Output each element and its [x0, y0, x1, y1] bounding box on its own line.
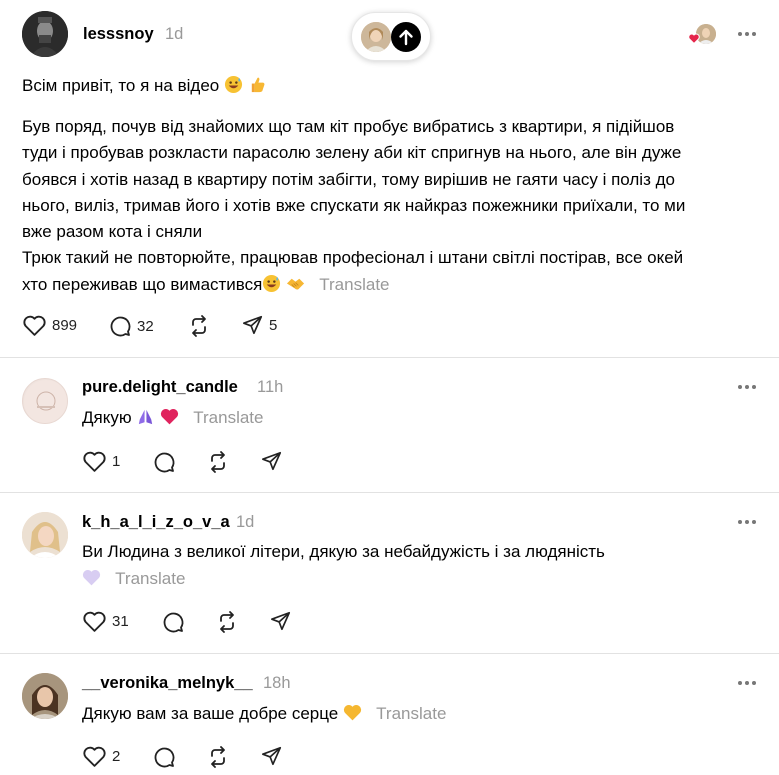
- post-body-line: нього, виліз, тримав його і хотів вже сп…: [22, 195, 686, 215]
- reply-text-content: Дякую вам за ваше добре серце: [82, 704, 339, 723]
- handshake-emoji-icon: [287, 278, 305, 290]
- reply-text: Дякую Translate: [82, 407, 263, 428]
- reply-username[interactable]: pure.delight_candle: [82, 378, 238, 397]
- repost-button[interactable]: [206, 745, 230, 769]
- post-body-line: Був поряд, почув від знайомих що там кіт…: [22, 117, 675, 136]
- light-purple-heart-emoji-icon: [82, 570, 101, 586]
- post-body-line: вже разом кота і сняли: [22, 222, 203, 242]
- divider: [0, 357, 779, 358]
- arrow-up-icon[interactable]: [391, 22, 421, 52]
- repost-button[interactable]: [187, 314, 211, 338]
- reply-avatar[interactable]: [22, 673, 68, 719]
- share-icon: [243, 315, 263, 335]
- reply-timestamp[interactable]: 1d: [236, 513, 254, 532]
- more-icon[interactable]: [738, 31, 758, 37]
- reply-avatar[interactable]: [22, 378, 68, 424]
- reply-avatar[interactable]: [22, 512, 68, 558]
- post-greeting: Всім привіт, то я на відео: [22, 73, 762, 99]
- liked-by-indicator[interactable]: [688, 24, 718, 44]
- repost-button[interactable]: [215, 610, 239, 634]
- reply-username[interactable]: __veronika_melnyk__: [82, 674, 253, 693]
- post-body-line: туди і пробував розкласти парасолю зелен…: [22, 143, 682, 163]
- heart-icon: [688, 33, 700, 44]
- more-icon[interactable]: [738, 519, 758, 525]
- post-body-line: хто переживав що вимастився: [22, 274, 263, 294]
- post-greeting-text: Всім привіт, то я на відео: [22, 76, 220, 95]
- share-count: 5: [269, 316, 278, 334]
- post-timestamp[interactable]: 1d: [165, 25, 183, 44]
- repost-button[interactable]: [206, 450, 230, 474]
- like-button[interactable]: 899: [22, 314, 77, 337]
- thumbs-up-emoji-icon: [251, 77, 265, 93]
- reply-text-continuation: Translate: [82, 568, 185, 589]
- share-button[interactable]: [270, 610, 292, 632]
- translate-link[interactable]: Translate: [319, 275, 389, 294]
- comment-icon: [163, 612, 184, 633]
- red-heart-emoji-icon: [160, 409, 179, 425]
- comment-button[interactable]: 32: [108, 314, 154, 338]
- share-icon: [262, 746, 282, 766]
- repost-icon: [220, 611, 234, 633]
- share-button[interactable]: [261, 745, 283, 767]
- reply-username[interactable]: k_h_a_l_i_z_o_v_a: [82, 513, 230, 532]
- pill-avatar: [361, 22, 391, 52]
- comment-icon: [154, 452, 175, 473]
- post-body-line: Трюк такий не повторюйте, працював профе…: [22, 248, 684, 268]
- heart-icon: [23, 315, 46, 336]
- more-icon[interactable]: [738, 384, 758, 390]
- like-button[interactable]: 1: [82, 450, 120, 473]
- share-button[interactable]: 5: [242, 314, 277, 336]
- translate-link[interactable]: Translate: [115, 569, 185, 588]
- comment-button[interactable]: [161, 610, 185, 634]
- reply-text-content: Дякую: [82, 408, 132, 427]
- grinning-sweat-emoji-icon: [263, 274, 281, 292]
- share-button[interactable]: [261, 450, 283, 472]
- more-icon[interactable]: [738, 680, 758, 686]
- like-count: 899: [52, 317, 78, 334]
- repost-icon: [192, 315, 206, 337]
- like-count: 2: [112, 748, 121, 765]
- like-count: 31: [112, 613, 129, 630]
- post-body: Був поряд, почув від знайомих що там кіт…: [22, 114, 762, 298]
- translate-link[interactable]: Translate: [193, 408, 263, 427]
- share-icon: [262, 451, 282, 471]
- comment-count: 32: [137, 317, 154, 335]
- comment-icon: [110, 316, 131, 337]
- like-button[interactable]: 31: [82, 610, 129, 633]
- comment-button[interactable]: [152, 745, 176, 769]
- heart-icon: [83, 611, 106, 632]
- reply-timestamp[interactable]: 18h: [263, 674, 291, 693]
- grinning-sweat-emoji-icon: [224, 75, 243, 94]
- translate-link[interactable]: Translate: [376, 704, 446, 723]
- share-icon: [271, 611, 291, 631]
- reply-text: Ви Людина з великої літери, дякую за неб…: [82, 542, 605, 561]
- like-count: 1: [112, 453, 121, 470]
- heart-icon: [83, 451, 106, 472]
- post-body-last-line: хто переживав що вимастився Translate: [22, 272, 762, 298]
- repost-icon: [211, 451, 225, 473]
- divider: [0, 492, 779, 493]
- divider: [0, 653, 779, 654]
- post-author-avatar[interactable]: [22, 11, 68, 57]
- post-body-line: боявся і хотів назад в квартиру потім за…: [22, 169, 675, 189]
- like-button[interactable]: 2: [82, 745, 120, 768]
- comment-button[interactable]: [152, 450, 176, 474]
- reply-text: Дякую вам за ваше добре серце Translate: [82, 703, 446, 724]
- scroll-top-pill[interactable]: [351, 12, 431, 61]
- folded-hands-emoji-icon: [139, 409, 153, 425]
- heart-icon: [83, 746, 106, 767]
- repost-icon: [211, 746, 225, 768]
- reply-timestamp[interactable]: 11h: [257, 378, 283, 397]
- comment-icon: [154, 747, 175, 768]
- yellow-heart-emoji-icon: [343, 705, 362, 721]
- post-author-username[interactable]: lesssnoy: [83, 25, 154, 44]
